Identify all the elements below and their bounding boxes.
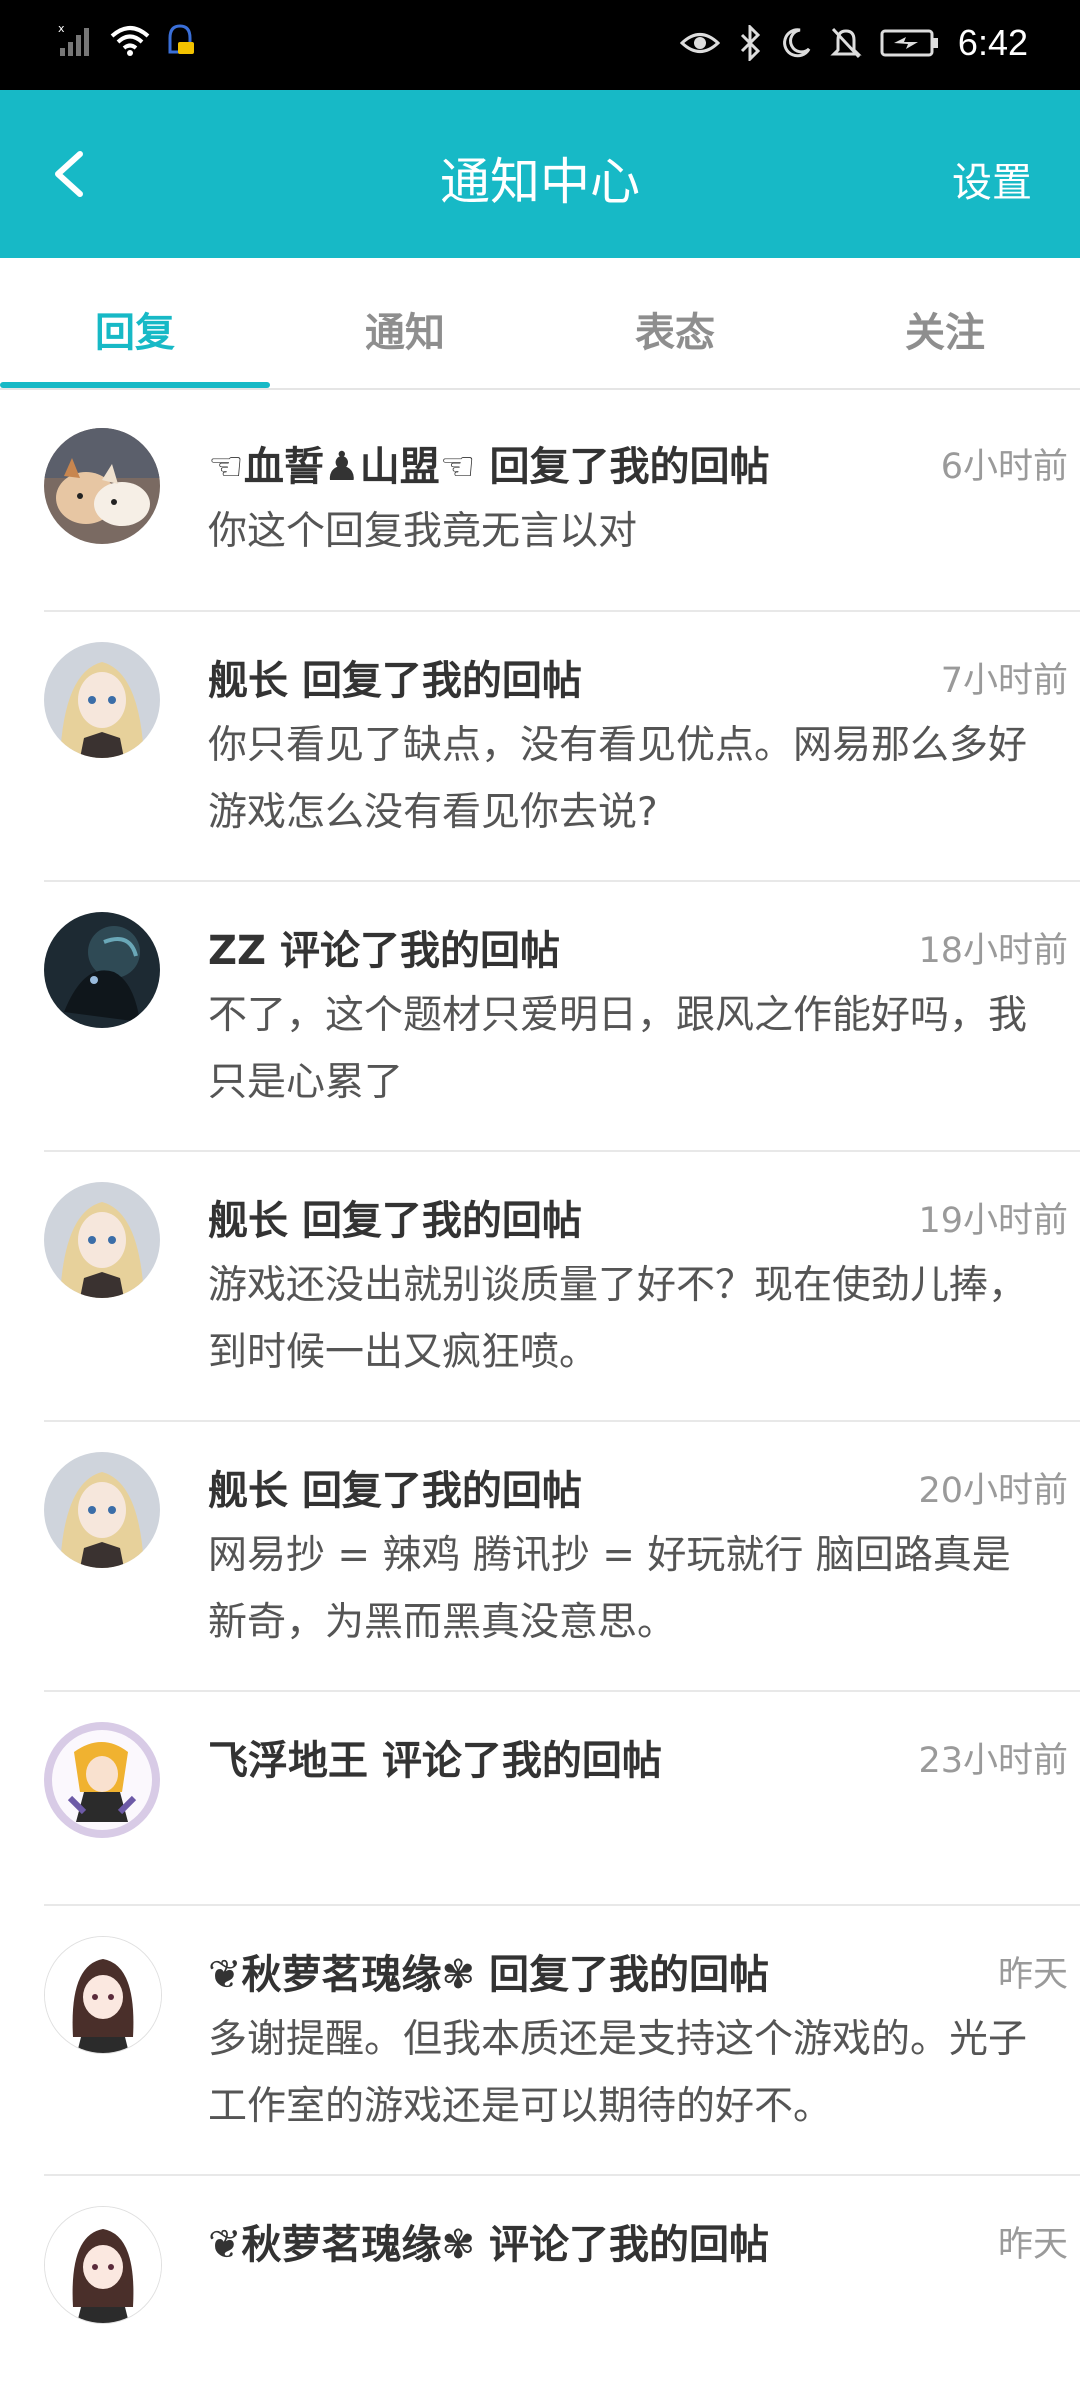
avatar — [44, 1182, 160, 1298]
avatar — [44, 1936, 162, 2054]
notification-user[interactable]: 舰长 — [208, 1198, 288, 1244]
notification-title: ☜血誓♟山盟☜ 回复了我的回帖 — [208, 434, 770, 492]
list-item[interactable]: ❦秋萝茗瑰缘✾ 回复了我的回帖 昨天 多谢提醒。但我本质还是支持这个游戏的。光子… — [44, 1906, 1080, 2176]
notification-app-icon — [162, 22, 198, 58]
notification-content: 多谢提醒。但我本质还是支持这个游戏的。光子工作室的游戏还是可以期待的好不。 — [208, 2017, 1028, 2129]
notification-user[interactable]: 舰长 — [208, 658, 288, 704]
tab-follow[interactable]: 关注 — [810, 300, 1080, 358]
wifi-icon — [108, 22, 152, 58]
notification-time: 7小时前 — [940, 661, 1068, 701]
bell-off-icon — [830, 26, 862, 60]
active-tab-indicator — [0, 382, 270, 388]
notification-time: 18小时前 — [918, 931, 1068, 971]
notification-title: ZZ 评论了我的回帖 — [208, 918, 560, 976]
notification-user[interactable]: 舰长 — [208, 1468, 288, 1514]
notification-content: 游戏还没出就别谈质量了好不？现在使劲儿捧，到时候一出又疯狂喷。 — [208, 1263, 1028, 1375]
notification-title: ❦秋萝茗瑰缘✾ 评论了我的回帖 — [208, 2212, 769, 2270]
notification-action: 回复了我的回帖 — [301, 658, 582, 704]
notification-content: 你这个回复我竟无言以对 — [208, 509, 638, 554]
notification-user[interactable]: ZZ — [208, 928, 266, 974]
notification-time: 20小时前 — [918, 1471, 1068, 1511]
notification-list: ☜血誓♟山盟☜ 回复了我的回帖 6小时前 你这个回复我竟无言以对 舰长 回复了我… — [0, 398, 1080, 2386]
notification-user[interactable]: ❦秋萝茗瑰缘✾ — [208, 1952, 475, 1998]
notification-time: 昨天 — [997, 1955, 1068, 1995]
avatar — [44, 1452, 160, 1568]
notification-action: 回复了我的回帖 — [301, 1468, 582, 1514]
avatar — [44, 912, 160, 1028]
battery-icon — [880, 28, 940, 58]
list-item[interactable]: ❦秋萝茗瑰缘✾ 评论了我的回帖 昨天 — [44, 2176, 1080, 2386]
avatar — [44, 1722, 160, 1838]
signal-icon: x — [58, 22, 98, 58]
list-item[interactable]: 舰长 回复了我的回帖 7小时前 你只看见了缺点，没有看见优点。网易那么多好游戏怎… — [44, 612, 1080, 882]
bluetooth-icon — [738, 25, 762, 61]
notification-action: 回复了我的回帖 — [489, 444, 770, 490]
avatar — [44, 2206, 162, 2324]
notification-title: 舰长 回复了我的回帖 — [208, 648, 582, 706]
notification-content: 网易抄 = 辣鸡 腾讯抄 = 好玩就行 脑回路真是新奇，为黑而黑真没意思。 — [208, 1533, 1011, 1645]
page-title: 通知中心 — [440, 153, 640, 211]
list-item[interactable]: 飞浮地王 评论了我的回帖 23小时前 — [44, 1692, 1080, 1906]
list-item[interactable]: 舰长 回复了我的回帖 19小时前 游戏还没出就别谈质量了好不？现在使劲儿捧，到时… — [44, 1152, 1080, 1422]
tab-notify[interactable]: 通知 — [270, 300, 540, 358]
status-left-icons: x — [58, 22, 198, 58]
notification-user[interactable]: 飞浮地王 — [208, 1738, 368, 1784]
avatar — [44, 428, 160, 544]
notification-time: 19小时前 — [918, 1201, 1068, 1241]
status-right-icons: 6:42 — [679, 22, 1028, 64]
notification-title: 舰长 回复了我的回帖 — [208, 1188, 582, 1246]
tab-bar: 回复 通知 表态 关注 — [0, 258, 1080, 390]
clock: 6:42 — [957, 22, 1028, 63]
notification-action: 评论了我的回帖 — [488, 2222, 769, 2268]
app-bar: 通知中心 设置 — [0, 90, 1080, 258]
svg-text:x: x — [58, 22, 65, 35]
status-bar: x 6:42 — [0, 0, 1080, 90]
notification-title: ❦秋萝茗瑰缘✾ 回复了我的回帖 — [208, 1942, 769, 2000]
notification-title: 飞浮地王 评论了我的回帖 — [208, 1728, 662, 1786]
notification-action: 评论了我的回帖 — [279, 928, 560, 974]
notification-title: 舰长 回复了我的回帖 — [208, 1458, 582, 1516]
notification-user[interactable]: ☜血誓♟山盟☜ — [208, 444, 476, 490]
notification-time: 昨天 — [997, 2225, 1068, 2265]
notification-time: 6小时前 — [940, 447, 1068, 487]
avatar — [44, 642, 160, 758]
list-item[interactable]: 舰长 回复了我的回帖 20小时前 网易抄 = 辣鸡 腾讯抄 = 好玩就行 脑回路… — [44, 1422, 1080, 1692]
notification-user[interactable]: ❦秋萝茗瑰缘✾ — [208, 2222, 475, 2268]
settings-button[interactable]: 设置 — [952, 150, 1032, 208]
tab-reaction[interactable]: 表态 — [540, 300, 810, 358]
eye-icon — [679, 28, 720, 58]
list-item[interactable]: ZZ 评论了我的回帖 18小时前 不了，这个题材只爱明日，跟风之作能好吗，我只是… — [44, 882, 1080, 1152]
notification-content: 你只看见了缺点，没有看见优点。网易那么多好游戏怎么没有看见你去说? — [208, 723, 1028, 835]
notification-action: 回复了我的回帖 — [488, 1952, 769, 1998]
moon-icon — [780, 27, 812, 59]
notification-action: 评论了我的回帖 — [381, 1738, 662, 1784]
notification-time: 23小时前 — [918, 1741, 1068, 1781]
notification-content: 不了，这个题材只爱明日，跟风之作能好吗，我只是心累了 — [208, 993, 1028, 1105]
list-item[interactable]: ☜血誓♟山盟☜ 回复了我的回帖 6小时前 你这个回复我竟无言以对 — [44, 398, 1080, 612]
tab-reply[interactable]: 回复 — [0, 300, 270, 358]
notification-action: 回复了我的回帖 — [301, 1198, 582, 1244]
